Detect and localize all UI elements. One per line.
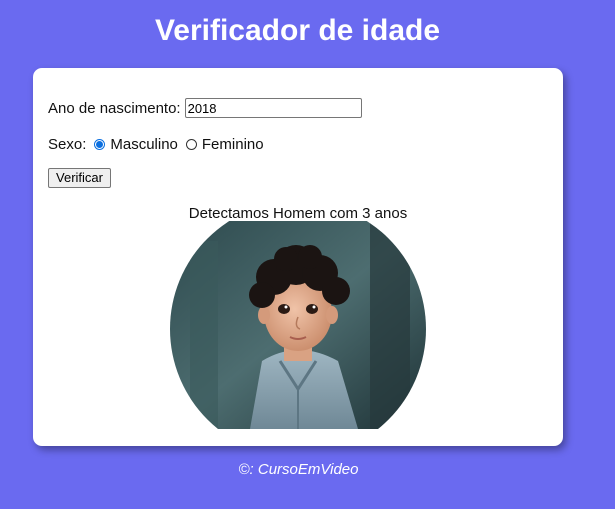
radio-feminino-label[interactable]: Feminino (202, 136, 264, 153)
radio-feminino[interactable] (185, 138, 197, 150)
page-title: Verificador de idade (154, 14, 441, 47)
verify-button[interactable]: Verificar (48, 168, 111, 188)
result-photo (170, 221, 426, 429)
birth-year-label: Ano de nascimento: (48, 99, 181, 117)
verifier-card: Ano de nascimento: Sexo: Masculino Femin… (33, 68, 563, 446)
result-text: Detectamos Homem com 3 anos (188, 205, 408, 222)
birth-year-input[interactable] (184, 98, 362, 118)
radio-masculino-label[interactable]: Masculino (110, 136, 178, 153)
sex-row: Sexo: Masculino Feminino (48, 134, 264, 154)
sex-label: Sexo: (48, 135, 87, 153)
radio-masculino[interactable] (94, 138, 106, 150)
footer-credit: ©: CursoEmVideo (238, 461, 359, 478)
birth-year-row: Ano de nascimento: (48, 97, 362, 119)
